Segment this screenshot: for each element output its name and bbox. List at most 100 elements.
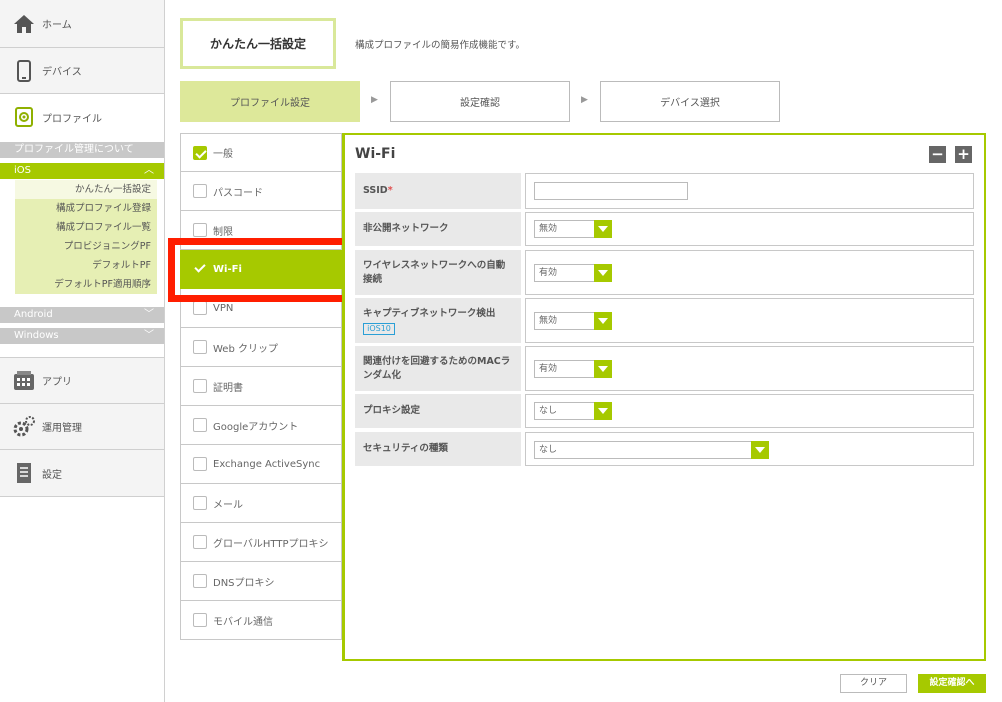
ios-item-default-pf-order[interactable]: デフォルトPF適用順序 [15,275,157,294]
step-device-select[interactable]: デバイス選択 [600,81,780,122]
checkbox-icon[interactable] [193,457,207,471]
profile-gear-icon [12,105,36,129]
clear-button[interactable]: クリア [840,674,907,693]
category-global-http-proxy[interactable]: グローバルHTTPプロキシ [180,523,342,562]
page-description: 構成プロファイルの簡易作成機能です。 [355,40,526,51]
ios10-badge: iOS10 [363,322,395,335]
ios-item-register[interactable]: 構成プロファイル登録 [15,199,157,218]
android-section-header[interactable]: Android ﹀ [0,307,164,323]
ssid-label: SSID* [355,173,521,209]
auto-join-label-text: ワイヤレスネットワークへの自動接続 [363,259,506,285]
security-type-label: セキュリティの種類 [355,432,521,466]
select-value: なし [539,445,558,455]
nav-profile[interactable]: プロファイル [0,94,164,140]
ios-item-default-pf[interactable]: デフォルトPF [15,256,157,275]
checkbox-icon[interactable] [193,340,207,354]
captive-network-label-text: キャプティブネットワーク検出 [363,307,496,319]
app-grid-icon [12,369,36,393]
ssid-cell [525,173,974,209]
category-label: DNSプロキシ [213,577,275,589]
checkbox-icon[interactable] [193,301,207,315]
android-label: Android [14,309,53,320]
auto-join-cell: 有効 [525,250,974,295]
select-value: 有効 [539,268,558,278]
ssid-input[interactable] [534,182,688,200]
category-passcode[interactable]: パスコード [180,172,342,211]
dropdown-arrow-icon [594,220,612,238]
gears-icon [12,415,36,439]
category-mail[interactable]: メール [180,484,342,523]
step-arrow-icon: ▶ [581,95,588,105]
nav-home-label: ホーム [42,20,72,31]
category-general[interactable]: 一般 [180,133,342,172]
category-exchange[interactable]: Exchange ActiveSync [180,445,342,484]
captive-network-cell: 無効 [525,298,974,343]
page-title: かんたん一括設定 [180,18,336,69]
chevron-up-icon: ︿ [144,165,154,176]
mac-randomization-label: 関連付けを回避するためのMACランダム化 [355,346,521,391]
category-label: 制限 [213,226,233,238]
minus-button[interactable]: − [929,146,946,163]
checkbox-icon[interactable] [193,613,207,627]
step-profile-settings[interactable]: プロファイル設定 [180,81,360,122]
select-value: 無効 [539,316,558,326]
hidden-network-label-text: 非公開ネットワーク [363,223,449,234]
hidden-network-select[interactable]: 無効 [534,220,612,238]
category-label: Exchange ActiveSync [213,458,321,470]
category-label: モバイル通信 [213,616,273,628]
confirm-settings-button[interactable]: 設定確認へ [918,674,986,693]
mac-randomization-label-text: 関連付けを回避するためのMACランダム化 [363,355,511,381]
nav-devices-label: デバイス [42,67,82,78]
security-type-label-text: セキュリティの種類 [363,443,448,454]
mac-randomization-select[interactable]: 有効 [534,360,612,378]
step-confirm-settings[interactable]: 設定確認 [390,81,570,122]
security-type-select[interactable]: なし [534,441,769,459]
nav-home[interactable]: ホーム [0,0,164,48]
ios-item-quick-setup[interactable]: かんたん一括設定 [15,180,157,199]
proxy-select[interactable]: なし [534,402,612,420]
proxy-label: プロキシ設定 [355,394,521,428]
category-certificate[interactable]: 証明書 [180,367,342,406]
dropdown-arrow-icon [594,264,612,282]
mac-randomization-cell: 有効 [525,346,974,391]
nav-operations[interactable]: 運用管理 [0,404,164,450]
profile-about-link[interactable]: プロファイル管理について [0,142,164,158]
captive-network-select[interactable]: 無効 [534,312,612,330]
checkbox-icon[interactable] [193,223,207,237]
panel-title: Wi-Fi [355,146,396,162]
category-dns-proxy[interactable]: DNSプロキシ [180,562,342,601]
nav-profile-label: プロファイル [42,113,102,125]
category-label: メール [213,499,243,511]
auto-join-label: ワイヤレスネットワークへの自動接続 [355,250,521,295]
plus-button[interactable]: + [955,146,972,163]
checkbox-icon[interactable] [193,496,207,510]
checkbox-icon[interactable] [193,184,207,198]
windows-section-header[interactable]: Windows ﹀ [0,328,164,344]
select-value: なし [539,406,558,416]
category-label: Googleアカウント [213,421,299,433]
category-google-account[interactable]: Googleアカウント [180,406,342,445]
category-label: 証明書 [213,382,243,394]
ios-menu: かんたん一括設定 構成プロファイル登録 構成プロファイル一覧 プロビジョニングP… [15,180,157,294]
ios-item-list[interactable]: 構成プロファイル一覧 [15,218,157,237]
ios-label: iOS [14,165,31,176]
checkbox-icon[interactable] [193,535,207,549]
ios-item-provisioning[interactable]: プロビジョニングPF [15,237,157,256]
checkbox-icon[interactable] [193,418,207,432]
auto-join-select[interactable]: 有効 [534,264,612,282]
nav-devices[interactable]: デバイス [0,48,164,94]
checkbox-checked-icon[interactable] [193,145,207,160]
step-arrow-icon: ▶ [371,95,378,105]
chevron-down-icon: ﹀ [144,330,154,341]
select-value: 無効 [539,224,558,234]
category-web-clip[interactable]: Web クリップ [180,328,342,367]
nav-apps[interactable]: アプリ [0,357,164,404]
nav-settings[interactable]: 設定 [0,450,164,497]
category-label: VPN [213,302,234,314]
ios-section-header[interactable]: iOS ︿ [0,163,164,179]
category-cellular[interactable]: モバイル通信 [180,601,342,640]
security-type-cell: なし [525,432,974,466]
checkbox-icon[interactable] [193,379,207,393]
checkbox-icon[interactable] [193,574,207,588]
dropdown-arrow-icon [594,360,612,378]
